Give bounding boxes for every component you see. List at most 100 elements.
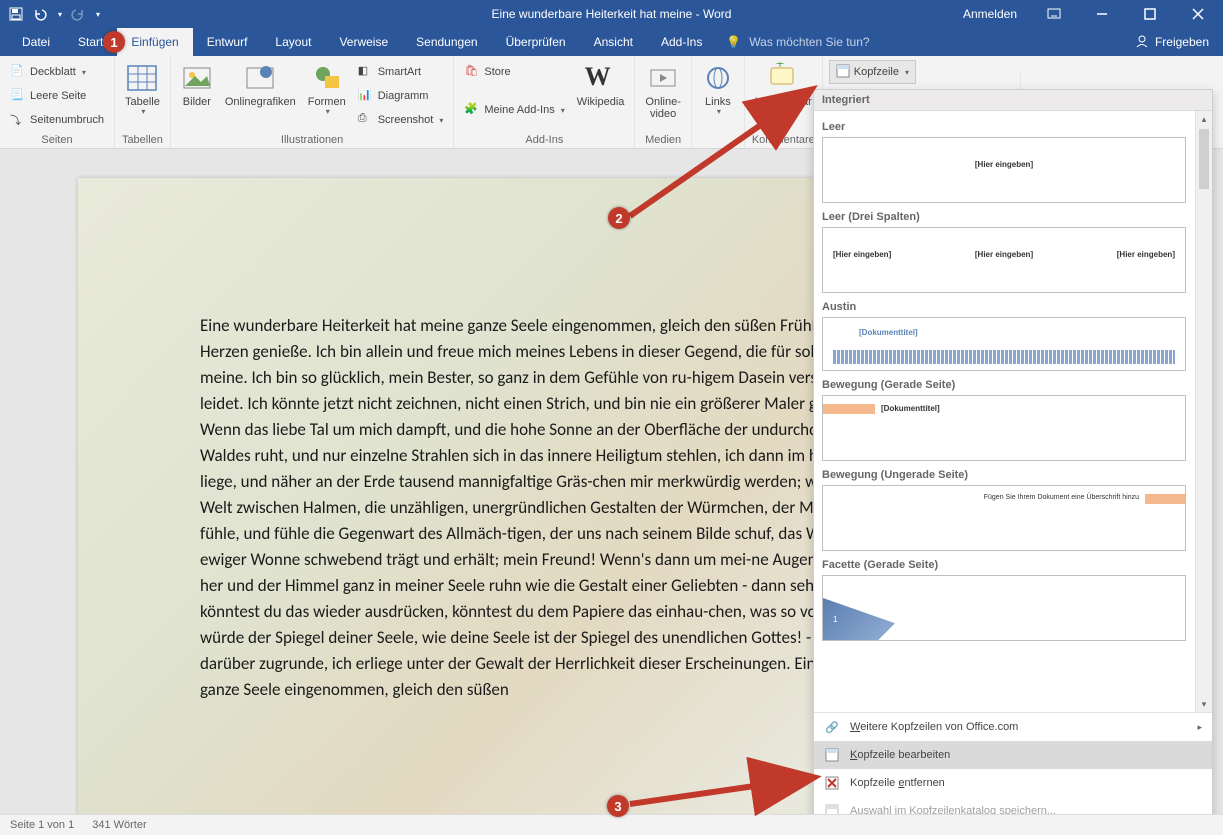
tab-verweise[interactable]: Verweise	[325, 28, 402, 56]
scrollbar-thumb[interactable]	[1199, 129, 1209, 189]
tab-sendungen[interactable]: Sendungen	[402, 28, 491, 56]
tabelle-button[interactable]: Tabelle▾	[121, 60, 164, 119]
gallery-item-title: Facette (Gerade Seite)	[822, 559, 1186, 571]
scroll-up-icon[interactable]: ▴	[1196, 111, 1212, 127]
online-video-icon	[647, 62, 679, 94]
group-label-seiten: Seiten	[6, 132, 108, 146]
table-icon	[126, 62, 158, 94]
group-tabellen: Tabelle▾ Tabellen	[115, 56, 171, 148]
tab-layout[interactable]: Layout	[261, 28, 325, 56]
formen-button[interactable]: Formen▾	[304, 60, 350, 119]
minimize-icon[interactable]	[1079, 0, 1125, 28]
gallery-item-leer-drei-spalten[interactable]: [Hier eingeben][Hier eingeben][Hier eing…	[822, 227, 1186, 293]
header-icon	[836, 64, 850, 81]
share-label: Freigeben	[1155, 35, 1209, 49]
group-label-medien: Medien	[641, 132, 684, 146]
online-pictures-icon	[244, 62, 276, 94]
deckblatt-button[interactable]: 📄Deckblatt▾	[6, 60, 108, 84]
group-medien: Online- video Medien	[635, 56, 691, 148]
tab-einfuegen[interactable]: Einfügen	[117, 28, 192, 56]
store-button[interactable]: 🛍Store	[460, 60, 568, 84]
screenshot-icon: ⎙	[358, 112, 374, 128]
step-badge-3: 3	[607, 795, 629, 817]
edit-header-icon	[824, 747, 840, 763]
tab-ansicht[interactable]: Ansicht	[580, 28, 647, 56]
gallery-item-leer[interactable]: [Hier eingeben]	[822, 137, 1186, 203]
dropdown-scrollbar[interactable]: ▴ ▾	[1195, 111, 1212, 712]
onlinevideo-button[interactable]: Online- video	[641, 60, 684, 122]
tab-datei[interactable]: Datei	[8, 28, 64, 56]
step-badge-2: 2	[608, 207, 630, 229]
office-icon: 🔗	[824, 719, 840, 735]
redo-icon[interactable]	[70, 6, 86, 22]
bilder-button[interactable]: Bilder	[177, 60, 217, 110]
comment-icon: +	[767, 62, 799, 94]
kommentar-button[interactable]: +Kommentar	[751, 60, 816, 110]
group-label-links	[698, 132, 738, 146]
status-bar: Seite 1 von 1 341 Wörter	[0, 814, 1223, 835]
gallery-item-title: Austin	[822, 301, 1186, 313]
gallery-item-austin[interactable]: [Dokumenttitel]	[822, 317, 1186, 371]
save-icon[interactable]	[8, 6, 24, 22]
smartart-button[interactable]: ◧SmartArt	[354, 60, 448, 84]
remove-header-icon	[824, 775, 840, 791]
tab-entwurf[interactable]: Entwurf	[193, 28, 262, 56]
page-break-icon: ⤵	[10, 112, 26, 128]
gallery-item-title: Leer	[822, 121, 1186, 133]
screenshot-button[interactable]: ⎙Screenshot▾	[354, 108, 448, 132]
share-button[interactable]: Freigeben	[1121, 28, 1223, 56]
meine-addins-button[interactable]: 🧩Meine Add-Ins▾	[460, 98, 568, 122]
leere-seite-button[interactable]: 📃Leere Seite	[6, 84, 108, 108]
diagramm-button[interactable]: 📊Diagramm	[354, 84, 448, 108]
group-addins: 🛍Store 🧩Meine Add-Ins▾ WWikipedia Add-In…	[454, 56, 635, 148]
wikipedia-icon: W	[585, 62, 617, 94]
link-icon	[702, 62, 734, 94]
group-label-tabellen: Tabellen	[121, 132, 164, 146]
seitenumbruch-button[interactable]: ⤵Seitenumbruch	[6, 108, 108, 132]
links-button[interactable]: Links▾	[698, 60, 738, 119]
undo-dropdown-icon[interactable]: ▾	[58, 10, 62, 19]
submenu-arrow-icon: ▸	[1197, 722, 1202, 733]
tab-addins[interactable]: Add-Ins	[647, 28, 716, 56]
gallery-item-title: Bewegung (Gerade Seite)	[822, 379, 1186, 391]
tell-me-search[interactable]: 💡	[726, 28, 931, 56]
word-count[interactable]: 341 Wörter	[92, 819, 146, 831]
kopfzeile-button[interactable]: Kopfzeile▾	[829, 60, 916, 84]
scroll-down-icon[interactable]: ▾	[1196, 696, 1212, 712]
onlinegrafiken-button[interactable]: Onlinegrafiken	[221, 60, 300, 110]
group-links: Links▾	[692, 56, 745, 148]
lightbulb-icon: 💡	[726, 35, 741, 49]
group-kommentare: +Kommentar Kommentare	[745, 56, 823, 148]
cover-page-icon: 📄	[10, 64, 26, 80]
gallery-item-bewegung-gerade[interactable]: [Dokumenttitel]	[822, 395, 1186, 461]
gallery-item-title: Leer (Drei Spalten)	[822, 211, 1186, 223]
kopfzeile-entfernen[interactable]: Kopfzeile entfernen	[814, 769, 1212, 797]
quick-access-toolbar: ▾ ▾	[0, 6, 100, 22]
close-icon[interactable]	[1175, 0, 1221, 28]
step-badge-1: 1	[103, 31, 125, 53]
sign-in-button[interactable]: Anmelden	[951, 7, 1029, 21]
dropdown-footer: 🔗 Weitere Kopfzeilen von Office.com ▸ Ko…	[814, 712, 1212, 825]
ribbon-display-options-icon[interactable]	[1031, 0, 1077, 28]
maximize-icon[interactable]	[1127, 0, 1173, 28]
qat-customise-icon[interactable]: ▾	[96, 10, 100, 19]
weitere-kopfzeilen-office[interactable]: 🔗 Weitere Kopfzeilen von Office.com ▸	[814, 713, 1212, 741]
gallery-item-bewegung-ungerade[interactable]: Fügen Sie Ihrem Dokument eine Überschrif…	[822, 485, 1186, 551]
picture-icon	[181, 62, 213, 94]
group-label-kommentare: Kommentare	[751, 132, 816, 146]
wikipedia-button[interactable]: WWikipedia	[573, 60, 629, 110]
svg-text:+: +	[776, 62, 784, 71]
my-addins-icon: 🧩	[464, 102, 480, 118]
kopfzeile-bearbeiten[interactable]: Kopfzeile bearbeiten	[814, 741, 1212, 769]
dropdown-gallery: Leer [Hier eingeben] Leer (Drei Spalten)…	[814, 111, 1212, 712]
title-bar: ▾ ▾ Eine wunderbare Heiterkeit hat meine…	[0, 0, 1223, 28]
undo-icon[interactable]	[32, 6, 48, 22]
kopfzeile-dropdown: Integriert Leer [Hier eingeben] Leer (Dr…	[813, 89, 1213, 826]
page-indicator[interactable]: Seite 1 von 1	[10, 819, 74, 831]
weitere-label: eitere Kopfzeilen von Office.com	[860, 721, 1018, 733]
shapes-icon	[311, 62, 343, 94]
tab-ueberpruefen[interactable]: Überprüfen	[492, 28, 580, 56]
gallery-item-facette-gerade[interactable]: 1	[822, 575, 1186, 641]
blank-page-icon: 📃	[10, 88, 26, 104]
tell-me-input[interactable]	[747, 34, 931, 50]
